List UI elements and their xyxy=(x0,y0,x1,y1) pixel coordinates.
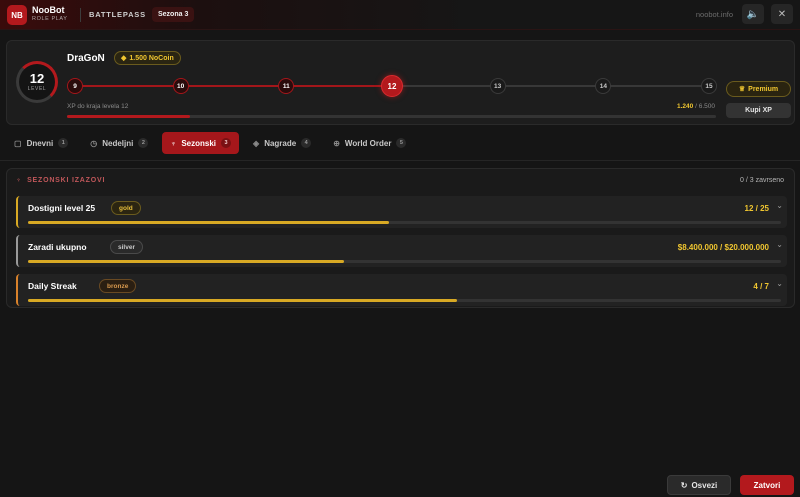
chevron-down-icon[interactable]: ⌄ xyxy=(776,240,783,249)
level-ring: 12 LEVEL xyxy=(16,61,58,103)
tier-badge: gold xyxy=(111,201,141,215)
buy-xp-button[interactable]: Kupi XP xyxy=(726,103,791,118)
xp-label: XP do kraja levela 12 xyxy=(67,103,129,110)
tab-label: World Order xyxy=(344,138,392,148)
coin-icon: ◆ xyxy=(121,55,127,62)
level-node: 10 xyxy=(172,78,189,94)
brand-name: NooBot xyxy=(32,5,65,15)
premium-label: Premium xyxy=(748,85,779,93)
level-node: 12 xyxy=(381,75,403,97)
brand-subtitle: ROLE PLAY xyxy=(32,16,68,22)
coin-amount: 1.500 NoCoin xyxy=(129,54,174,62)
challenge-name: Zaradi ukupno xyxy=(28,242,87,252)
close-window-button[interactable]: ✕ xyxy=(771,4,793,24)
player-name: DraGoN xyxy=(67,53,105,64)
top-bar: NB NooBot ROLE PLAY BATTLEPASS Sezona 3 … xyxy=(0,0,800,30)
trophy-icon: ♆ xyxy=(16,177,23,184)
level-label: LEVEL xyxy=(27,86,47,92)
tab-label: Nagrade xyxy=(264,138,297,148)
challenge-progress: $8.400.000 / $20.000.000 xyxy=(677,243,769,252)
section-title: BATTLEPASS xyxy=(89,10,146,19)
xp-progress-bar xyxy=(67,115,716,118)
tier-badge: silver xyxy=(110,240,143,254)
header-divider xyxy=(80,8,81,22)
tab-count: 5 xyxy=(396,138,407,148)
challenge-name: Daily Streak xyxy=(28,281,77,291)
challenge-progress-bar xyxy=(28,221,781,224)
brand-logo: NB xyxy=(7,5,27,25)
speaker-icon: 🔈 xyxy=(746,8,760,20)
challenge-progress-bar xyxy=(28,260,781,263)
level-node: 13 xyxy=(489,78,506,94)
xp-progress-fill xyxy=(67,115,191,118)
refresh-button[interactable]: ↻ Osvezi xyxy=(667,475,731,495)
site-link[interactable]: noobot.info xyxy=(696,10,733,19)
tab-label: Dnevni xyxy=(26,138,54,148)
close-icon: ✕ xyxy=(777,8,787,20)
tab-sezonski[interactable]: ♆ Sezonski 3 xyxy=(162,132,240,154)
chevron-down-icon[interactable]: ⌄ xyxy=(776,279,783,288)
tab-dnevni[interactable]: ▢ Dnevni 1 xyxy=(6,132,76,154)
panel-title-text: SEZONSKI IZAZOVI xyxy=(27,177,106,184)
challenge-progress-bar xyxy=(28,299,781,302)
completed-count: 0 / 3 zavrseno xyxy=(740,177,784,184)
profile-card: 12 LEVEL DraGoN ◆ 1.500 NoCoin 9 10 11 12 13… xyxy=(6,40,795,125)
tab-count: 1 xyxy=(58,138,69,148)
tab-count: 2 xyxy=(138,138,149,148)
tab-count: 3 xyxy=(221,138,232,148)
challenge-progress: 4 / 7 xyxy=(753,282,769,291)
level-track-fill xyxy=(72,85,392,87)
xp-current: 1.240 xyxy=(677,103,694,110)
tab-bar: ▢ Dnevni 1 ◷ Nedeljni 2 ♆ Sezonski 3 ◈ Nagrade 4 ⊕ Wo… xyxy=(6,132,420,154)
coin-balance: ◆ 1.500 NoCoin xyxy=(114,51,181,65)
trophy-icon: ♆ xyxy=(170,138,177,148)
challenge-row[interactable]: Dostigni level 25 gold 12 / 25 ⌄ xyxy=(16,196,787,228)
challenge-progress-fill xyxy=(28,299,458,302)
challenges-panel: ♆ SEZONSKI IZAZOVI 0 / 3 zavrseno Dostig… xyxy=(6,168,795,308)
level-node: 14 xyxy=(595,78,612,94)
tab-label: Nedeljni xyxy=(102,138,134,148)
level-node: 11 xyxy=(278,78,295,94)
premium-button[interactable]: ♕ Premium xyxy=(726,81,791,97)
clock-icon: ◷ xyxy=(90,138,98,148)
tab-world-order[interactable]: ⊕ World Order 5 xyxy=(325,132,414,154)
crown-icon: ♕ xyxy=(738,86,746,93)
challenge-progress: 12 / 25 xyxy=(744,204,769,213)
challenge-row[interactable]: Zaradi ukupno silver $8.400.000 / $20.000.… xyxy=(16,235,787,267)
challenge-row[interactable]: Daily Streak bronze 4 / 7 ⌄ xyxy=(16,274,787,306)
xp-total: / 6.500 xyxy=(695,103,715,110)
tab-nagrade[interactable]: ◈ Nagrade 4 xyxy=(245,132,319,154)
panel-title: ♆ SEZONSKI IZAZOVI xyxy=(16,177,105,184)
chevron-down-icon[interactable]: ⌄ xyxy=(776,201,783,210)
tab-nedeljni[interactable]: ◷ Nedeljni 2 xyxy=(82,132,156,154)
level-number: 12 xyxy=(29,71,45,86)
gem-icon: ◈ xyxy=(253,138,260,148)
level-node: 15 xyxy=(701,78,717,94)
sound-button[interactable]: 🔈 xyxy=(742,4,764,24)
challenge-progress-fill xyxy=(28,221,390,224)
tier-badge: bronze xyxy=(99,279,137,293)
tab-divider xyxy=(0,160,800,161)
challenge-progress-fill xyxy=(28,260,345,263)
level-node: 9 xyxy=(67,78,83,94)
tab-label: Sezonski xyxy=(181,138,217,148)
close-button[interactable]: Zatvori xyxy=(740,475,794,495)
globe-icon: ⊕ xyxy=(333,138,340,148)
calendar-icon: ▢ xyxy=(14,138,22,148)
tab-count: 4 xyxy=(301,138,312,148)
challenge-name: Dostigni level 25 xyxy=(28,203,96,213)
refresh-label: Osvezi xyxy=(691,480,718,490)
refresh-icon: ↻ xyxy=(680,480,688,490)
season-badge: Sezona 3 xyxy=(152,7,195,22)
xp-value: 1.240 / 6.500 xyxy=(677,103,715,110)
